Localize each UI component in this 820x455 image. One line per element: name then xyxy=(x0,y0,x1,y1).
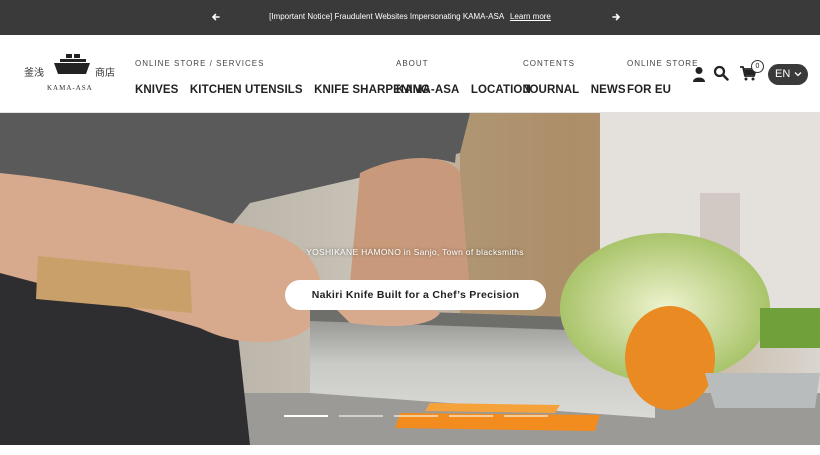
hero-image xyxy=(0,113,820,445)
pot-logo-icon xyxy=(54,54,90,74)
nav-link-kitchen-utensils[interactable]: KITCHEN UTENSILS xyxy=(190,84,303,96)
nav-caption-about: ABOUT xyxy=(396,59,429,68)
nav-caption-contents: CONTENTS xyxy=(523,59,575,68)
language-label: EN xyxy=(775,68,791,80)
cart-count-badge: 0 xyxy=(751,60,764,73)
nav-group-about: ABOUT KAMA-ASA LOCATION xyxy=(396,59,538,98)
nav-group-store: ONLINE STORE / SERVICES KNIVES KITCHEN U… xyxy=(135,59,437,98)
language-selector[interactable]: EN xyxy=(768,64,808,85)
nav-caption-online-store: ONLINE STORE xyxy=(627,59,699,68)
arrow-right-icon[interactable] xyxy=(608,9,624,25)
announcement-text: [Important Notice] Fraudulent Websites I… xyxy=(0,12,820,21)
hero-subline: YOSHIKANE HAMONO in Sanjo, Town of black… xyxy=(306,247,524,257)
slide-dot-2[interactable] xyxy=(339,415,383,417)
announcement-bar: [Important Notice] Fraudulent Websites I… xyxy=(0,0,820,35)
logo-kanji-left: 釜浅 xyxy=(24,68,44,79)
learn-more-link[interactable]: Learn more xyxy=(510,12,551,21)
announcement-message: [Important Notice] Fraudulent Websites I… xyxy=(269,12,504,21)
nav-group-online-store: ONLINE STORE FOR EU xyxy=(627,59,698,98)
nav-link-knives[interactable]: KNIVES xyxy=(135,84,178,96)
slide-dot-1[interactable] xyxy=(284,415,328,417)
chevron-down-icon xyxy=(794,72,802,77)
user-icon[interactable] xyxy=(692,66,706,82)
nav-caption-store: ONLINE STORE / SERVICES xyxy=(135,59,265,68)
nav-link-location[interactable]: LOCATION xyxy=(471,84,531,96)
nav-link-news[interactable]: NEWS xyxy=(591,84,626,96)
logo-kanji-right: 商店 xyxy=(95,68,115,79)
logo-wordmark: KAMA-ASA xyxy=(47,84,93,92)
hero-banner: YOSHIKANE HAMONO in Sanjo, Town of black… xyxy=(0,113,820,445)
slide-dot-3[interactable] xyxy=(394,415,438,417)
site-logo[interactable]: 釜浅 商店 KAMA-ASA xyxy=(22,54,122,96)
nav-link-journal[interactable]: JOURNAL xyxy=(523,84,579,96)
slide-dot-5[interactable] xyxy=(504,415,548,417)
nav-group-contents: CONTENTS JOURNAL NEWS xyxy=(523,59,633,98)
hero-cta-button[interactable]: Nakiri Knife Built for a Chef’s Precisio… xyxy=(285,280,546,310)
nav-link-for-eu[interactable]: FOR EU xyxy=(627,84,671,96)
nav-link-kama-asa[interactable]: KAMA-ASA xyxy=(396,84,459,96)
slide-dot-4[interactable] xyxy=(449,415,493,417)
search-icon[interactable] xyxy=(713,65,729,81)
